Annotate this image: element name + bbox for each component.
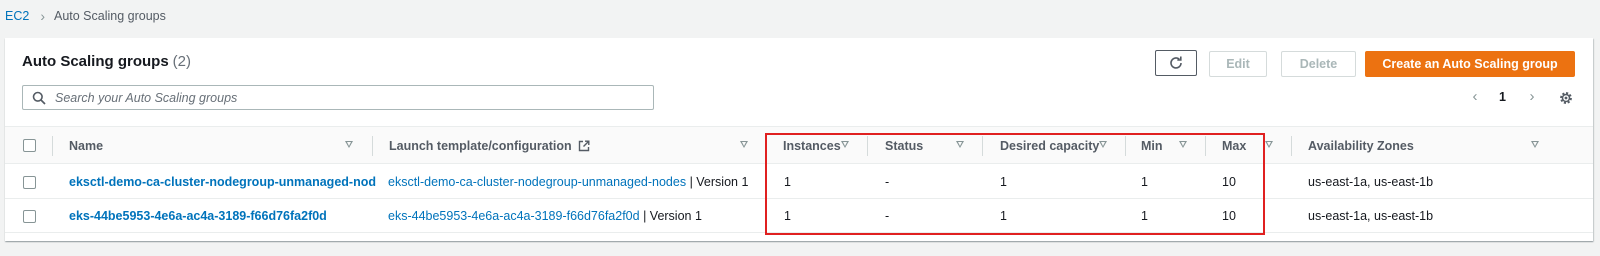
- refresh-button[interactable]: [1155, 50, 1197, 76]
- launch-template-link[interactable]: eks-44be5953-4e6a-ac4a-3189-f66d76fa2f0d: [388, 209, 640, 223]
- group-count: (2): [172, 53, 192, 70]
- sort-down-icon[interactable]: [1265, 141, 1273, 148]
- search-box: [22, 85, 654, 110]
- launch-template-link[interactable]: eksctl-demo-ca-cluster-nodegroup-unmanag…: [388, 175, 686, 189]
- delete-button[interactable]: Delete: [1281, 51, 1356, 77]
- edit-button[interactable]: Edit: [1209, 51, 1267, 77]
- column-divider: [1291, 136, 1292, 156]
- external-link-icon: [578, 140, 590, 152]
- search-icon: [32, 91, 46, 105]
- page-title: Auto Scaling groups (2): [22, 53, 191, 70]
- column-header-launch-template[interactable]: Launch template/configuration: [389, 127, 590, 165]
- select-all-checkbox[interactable]: [23, 139, 36, 152]
- asg-name-link[interactable]: eksctl-demo-ca-cluster-nodegroup-unmanag…: [69, 165, 376, 199]
- highlight-annotation-box: [765, 133, 1265, 235]
- breadcrumb-ec2-link[interactable]: EC2: [5, 9, 29, 23]
- row-checkbox[interactable]: [23, 210, 36, 223]
- breadcrumb-current: Auto Scaling groups: [54, 9, 166, 23]
- column-divider: [372, 136, 373, 156]
- column-header-name[interactable]: Name: [69, 127, 103, 165]
- template-version: | Version 1: [643, 209, 702, 223]
- refresh-icon: [1170, 56, 1182, 69]
- pagination: ‹ 1 ›: [1467, 88, 1540, 105]
- column-divider: [52, 136, 53, 156]
- chevron-left-icon[interactable]: ‹: [1467, 88, 1483, 105]
- chevron-right-icon: ›: [40, 8, 45, 24]
- create-auto-scaling-group-button[interactable]: Create an Auto Scaling group: [1365, 51, 1575, 77]
- page-number[interactable]: 1: [1499, 90, 1506, 104]
- sort-down-icon[interactable]: [740, 141, 748, 148]
- title-text: Auto Scaling groups: [22, 53, 169, 70]
- gear-icon[interactable]: [1558, 90, 1574, 106]
- breadcrumb: EC2 › Auto Scaling groups: [5, 8, 166, 24]
- availability-zones-value: us-east-1a, us-east-1b: [1308, 209, 1434, 223]
- template-version: | Version 1: [689, 175, 749, 189]
- sort-down-icon[interactable]: [345, 141, 353, 148]
- sort-down-icon[interactable]: [1531, 141, 1539, 148]
- row-checkbox[interactable]: [23, 176, 36, 189]
- column-header-availability-zones[interactable]: Availability Zones: [1308, 127, 1414, 165]
- search-input[interactable]: [55, 90, 635, 105]
- launch-template-header-label: Launch template/configuration: [389, 139, 572, 153]
- asg-name-link[interactable]: eks-44be5953-4e6a-ac4a-3189-f66d76fa2f0d: [69, 199, 327, 233]
- availability-zones-value: us-east-1a, us-east-1b: [1308, 175, 1434, 189]
- chevron-right-icon[interactable]: ›: [1524, 88, 1540, 105]
